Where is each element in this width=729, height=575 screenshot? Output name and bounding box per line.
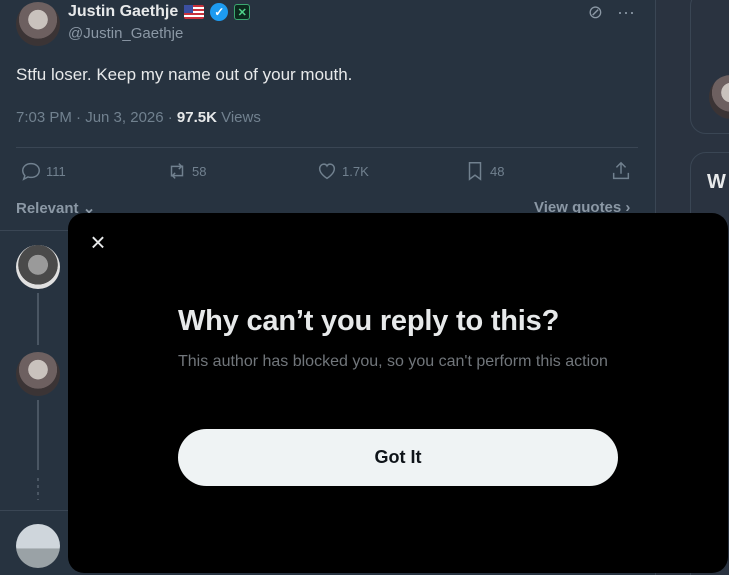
bookmark-button[interactable]: 48 [464, 160, 504, 182]
dialog-title: Why can’t you reply to this? [178, 305, 560, 337]
like-count: 1.7K [342, 163, 369, 179]
like-button[interactable]: 1.7K [316, 160, 369, 182]
reply-avatar[interactable] [16, 245, 60, 289]
thread-line-dotted [37, 478, 39, 500]
bookmark-count: 48 [490, 163, 505, 179]
repost-button[interactable]: 58 [166, 160, 206, 182]
affiliate-badge-icon[interactable]: ✕ [234, 4, 251, 20]
got-it-button[interactable]: Got It [178, 429, 618, 486]
bookmark-icon [468, 162, 482, 181]
suggested-avatar[interactable] [709, 75, 729, 119]
more-icon[interactable]: ··· [617, 2, 635, 23]
views-count: 97.5K [176, 109, 217, 126]
reply-sort-label: Relevant [16, 200, 79, 217]
views-label: Views [216, 109, 261, 126]
thread-line [37, 400, 39, 470]
tweet-timestamp[interactable]: 7:03 PM · Jun 3, 2026 · [16, 109, 177, 126]
us-flag-icon [184, 5, 205, 19]
author-name-row: Justin Gaethje ✓ ✕ [68, 3, 251, 21]
thread-line [37, 293, 39, 345]
close-icon[interactable]: × [86, 229, 110, 255]
right-card-title: W [707, 171, 726, 193]
dialog-description: This author has blocked you, so you can'… [178, 353, 608, 370]
reply-icon [22, 162, 40, 181]
verified-badge-icon[interactable]: ✓ [210, 3, 229, 21]
repost-icon [170, 163, 184, 179]
reply-count: 111 [46, 163, 66, 179]
share-button[interactable] [610, 160, 632, 182]
tweet-text: Stfu loser. Keep my name out of your mou… [16, 65, 353, 84]
repost-count: 58 [192, 163, 207, 179]
tweet-top-icons: ⊘ ··· [588, 2, 635, 23]
divider [16, 147, 638, 148]
right-card [690, 0, 729, 134]
author-handle[interactable]: @Justin_Gaethje [68, 25, 183, 42]
heart-icon [318, 163, 336, 180]
reply-button[interactable]: 111 [20, 160, 66, 182]
grok-icon[interactable]: ⊘ [588, 2, 603, 23]
next-reply-avatar[interactable] [16, 524, 60, 568]
author-name[interactable]: Justin Gaethje [68, 3, 178, 21]
tweet-meta: 7:03 PM · Jun 3, 2026 · 97.5K Views [16, 109, 261, 126]
author-reply-avatar[interactable] [16, 352, 60, 396]
reply-blocked-dialog: × Why can’t you reply to this? This auth… [68, 213, 728, 573]
share-icon [612, 161, 630, 180]
tweet-actions: 111 58 1.7K 48 [16, 160, 638, 190]
author-avatar[interactable] [16, 2, 60, 46]
